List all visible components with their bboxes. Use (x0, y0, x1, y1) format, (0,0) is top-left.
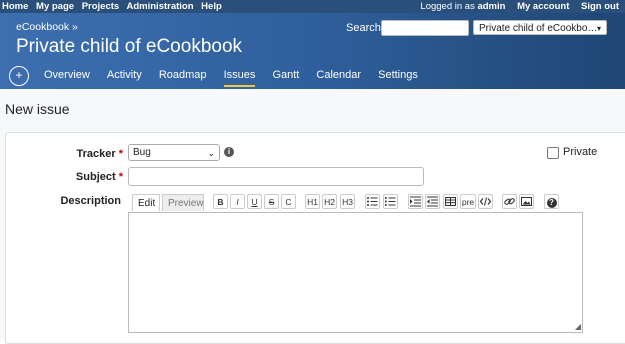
subject-input[interactable] (128, 167, 424, 186)
inline-code-button[interactable]: C (281, 194, 296, 209)
tab-preview[interactable]: Preview (162, 194, 204, 211)
heading-1-button[interactable]: H1 (305, 194, 320, 209)
description-textarea[interactable]: ◢ (128, 212, 583, 333)
indent-button[interactable] (408, 194, 423, 209)
outdent-button[interactable] (425, 194, 440, 209)
top-link-home[interactable]: Home (2, 1, 28, 12)
tracker-value: Bug (133, 147, 151, 158)
project-jump-value: Private child of eCookbo… (479, 23, 598, 34)
private-checkbox[interactable] (547, 147, 559, 159)
top-link-administration[interactable]: Administration (127, 1, 194, 12)
bold-button[interactable]: B (213, 194, 228, 209)
chevron-down-icon: ⌄ (207, 148, 215, 158)
resize-grip-icon[interactable]: ◢ (575, 322, 581, 331)
logged-in-text: Logged in as (420, 1, 475, 12)
help-icon: ? (546, 197, 557, 208)
project-title: Private child of eCookbook (16, 36, 243, 57)
tab-calendar[interactable]: Calendar (316, 69, 361, 81)
page-title: New issue (5, 101, 70, 117)
link-button[interactable] (502, 194, 517, 209)
top-link-projects[interactable]: Projects (82, 1, 120, 12)
indent-icon (410, 196, 421, 207)
tab-gantt[interactable]: Gantt (272, 69, 299, 81)
chevron-down-icon: ▾ (596, 24, 601, 33)
top-link-my-page[interactable]: My page (36, 1, 74, 12)
tab-settings[interactable]: Settings (378, 69, 418, 81)
required-marker: * (118, 148, 123, 160)
table-button[interactable] (443, 194, 458, 209)
preformatted-button[interactable]: pre (460, 194, 476, 209)
required-marker: * (118, 171, 123, 183)
top-link-help[interactable]: Help (201, 1, 222, 12)
top-menu-left: Home My page Projects Administration Hel… (2, 0, 227, 13)
italic-button[interactable]: I (230, 194, 245, 209)
my-account-link[interactable]: My account (517, 1, 569, 12)
tab-overview[interactable]: Overview (44, 69, 90, 81)
strikethrough-button[interactable]: S (264, 194, 279, 209)
underline-button[interactable]: U (247, 194, 262, 209)
image-button[interactable] (519, 194, 534, 209)
search-label: Search: (346, 22, 384, 34)
breadcrumb[interactable]: eCookbook » (16, 21, 78, 33)
tab-edit[interactable]: Edit (132, 194, 160, 211)
new-object-plus-button[interactable]: + (9, 66, 29, 86)
table-icon (445, 197, 456, 206)
tracker-label: Tracker * (9, 148, 124, 160)
main-menu: Overview Activity Roadmap Issues Gantt C… (44, 69, 432, 87)
subject-label: Subject * (9, 171, 123, 183)
user-link[interactable]: admin (477, 1, 505, 12)
search-input[interactable] (381, 20, 469, 36)
tab-issues[interactable]: Issues (223, 69, 256, 87)
project-jump-select[interactable]: Private child of eCookbo… ▾ (473, 20, 607, 35)
bullet-list-icon (367, 197, 378, 206)
link-icon (504, 198, 515, 205)
heading-3-button[interactable]: H3 (340, 194, 355, 209)
top-menu: Home My page Projects Administration Hel… (0, 0, 625, 13)
description-label: Description (60, 195, 121, 207)
tab-activity[interactable]: Activity (107, 69, 142, 81)
unordered-list-button[interactable] (365, 194, 380, 209)
private-label[interactable]: Private (563, 146, 597, 158)
info-icon[interactable]: i (224, 147, 234, 157)
ordered-list-button[interactable] (383, 194, 398, 209)
subject-label-text: Subject (75, 171, 116, 183)
code-icon (479, 197, 492, 206)
logged-in-label: Logged in as admin (411, 1, 505, 12)
outdent-icon (427, 196, 438, 207)
help-button[interactable]: ? (544, 194, 559, 209)
numbered-list-icon (385, 197, 396, 206)
image-icon (521, 197, 532, 206)
tab-roadmap[interactable]: Roadmap (159, 69, 207, 81)
tracker-select[interactable]: Bug ⌄ (128, 144, 220, 161)
project-header: eCookbook » Private child of eCookbook S… (0, 13, 625, 89)
sign-out-link[interactable]: Sign out (581, 1, 619, 12)
tracker-label-text: Tracker (76, 148, 116, 160)
heading-2-button[interactable]: H2 (322, 194, 337, 209)
top-menu-right: Logged in as admin My account Sign out (402, 0, 619, 13)
code-highlight-button[interactable] (478, 194, 493, 209)
